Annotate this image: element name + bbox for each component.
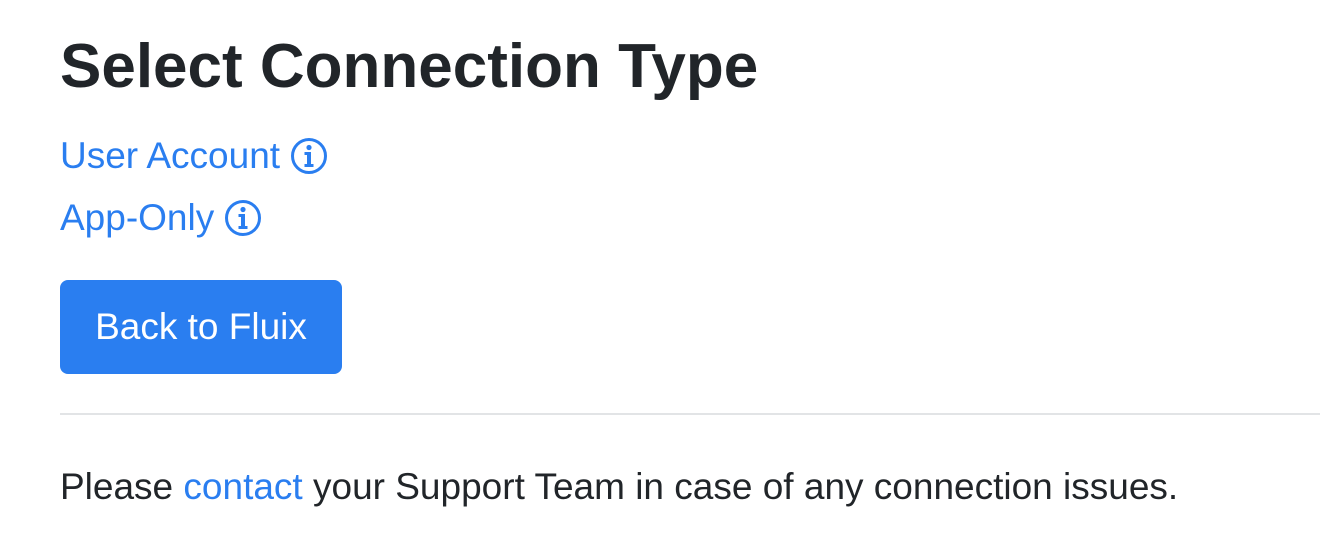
support-note-suffix: your Support Team in case of any connect… — [302, 466, 1179, 507]
support-note: Please contact your Support Team in case… — [60, 464, 1178, 510]
app-only-option[interactable]: App-Only — [60, 195, 262, 241]
back-to-fluix-button[interactable]: Back to Fluix — [60, 280, 342, 374]
divider — [60, 413, 1320, 415]
user-account-label: User Account — [60, 135, 281, 176]
page-title: Select Connection Type — [60, 32, 759, 101]
contact-link[interactable]: contact — [183, 466, 302, 507]
info-circle-icon[interactable] — [290, 137, 328, 175]
user-account-option[interactable]: User Account — [60, 133, 328, 179]
app-only-label: App-Only — [60, 197, 215, 238]
info-circle-icon[interactable] — [224, 199, 262, 237]
connection-type-page: Select Connection Type User Account App-… — [0, 0, 1320, 544]
support-note-prefix: Please — [60, 466, 184, 507]
